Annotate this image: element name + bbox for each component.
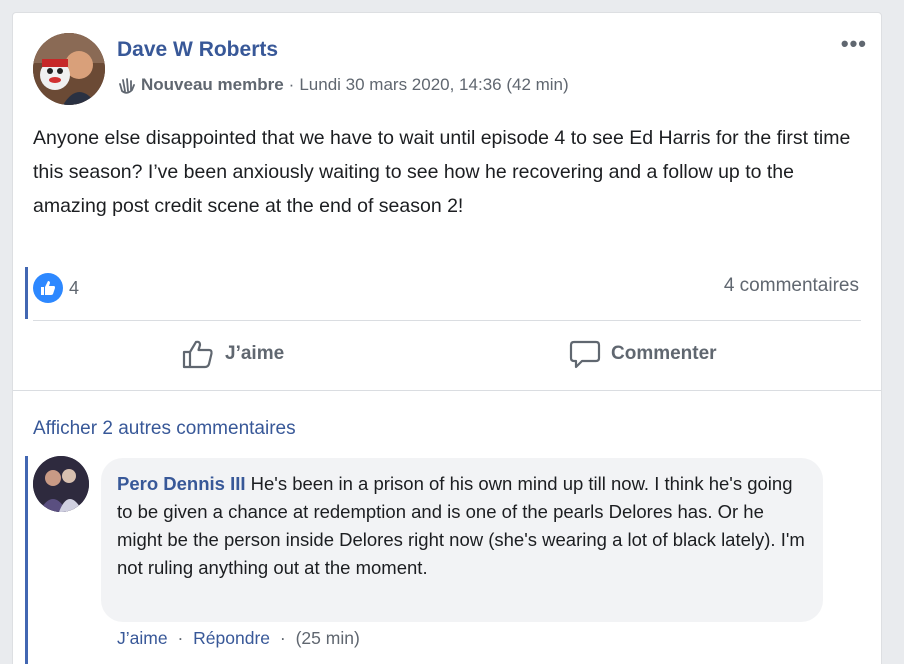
avatar-photo (33, 33, 105, 105)
post-author[interactable]: Dave W Roberts (117, 38, 278, 62)
comment-reply-link[interactable]: Répondre (193, 628, 270, 648)
more-dots-icon: ••• (840, 31, 867, 56)
actions-top-divider (33, 320, 861, 321)
comment-time[interactable]: (25 min) (296, 628, 360, 648)
thumbs-up-icon (33, 273, 63, 303)
post-body: Anyone else disappointed that we have to… (33, 127, 851, 217)
like-button-label: J’aime (225, 343, 285, 364)
comment-button-label: Commenter (611, 343, 717, 364)
more-options-button[interactable]: ••• (841, 31, 867, 57)
comments-section-divider (13, 390, 881, 391)
post-timestamp[interactable]: Lundi 30 mars 2020, 14:36 (42 min) (299, 75, 568, 95)
comment-actions: J’aime · Répondre · (25 min) (117, 628, 360, 649)
comment-accent-bar (25, 456, 28, 664)
comment-like-link[interactable]: J’aime (117, 628, 168, 648)
author-avatar[interactable] (33, 33, 105, 105)
post-accent-bar (25, 267, 28, 319)
comment-separator: · (177, 628, 184, 648)
waving-hand-icon (117, 75, 137, 95)
member-badge[interactable]: Nouveau membre (141, 75, 284, 95)
view-more-comments-link[interactable]: Afficher 2 autres commentaires (33, 418, 296, 440)
comment-button[interactable]: Commenter (569, 339, 717, 369)
page-edge (896, 0, 904, 664)
comment-author[interactable]: Pero Dennis III (117, 473, 246, 494)
thumbs-up-outline-icon (182, 340, 213, 369)
reaction-summary[interactable]: 4 (33, 273, 79, 303)
speech-bubble-icon (569, 340, 601, 369)
reaction-count: 4 (69, 277, 80, 298)
like-button[interactable]: J’aime (181, 339, 284, 369)
comment-bubble: Pero Dennis III He's been in a prison of… (101, 458, 823, 622)
comment-separator: · (279, 628, 286, 648)
comments-count-link[interactable]: 4 commentaires (724, 275, 859, 297)
commenter-avatar[interactable] (33, 456, 89, 512)
post-meta: Nouveau membre · Lundi 30 mars 2020, 14:… (117, 75, 569, 95)
meta-separator: · (288, 75, 295, 94)
post-card: Dave W Roberts Nouveau membre · Lundi 30… (12, 12, 882, 664)
commenter-photo (33, 456, 89, 512)
